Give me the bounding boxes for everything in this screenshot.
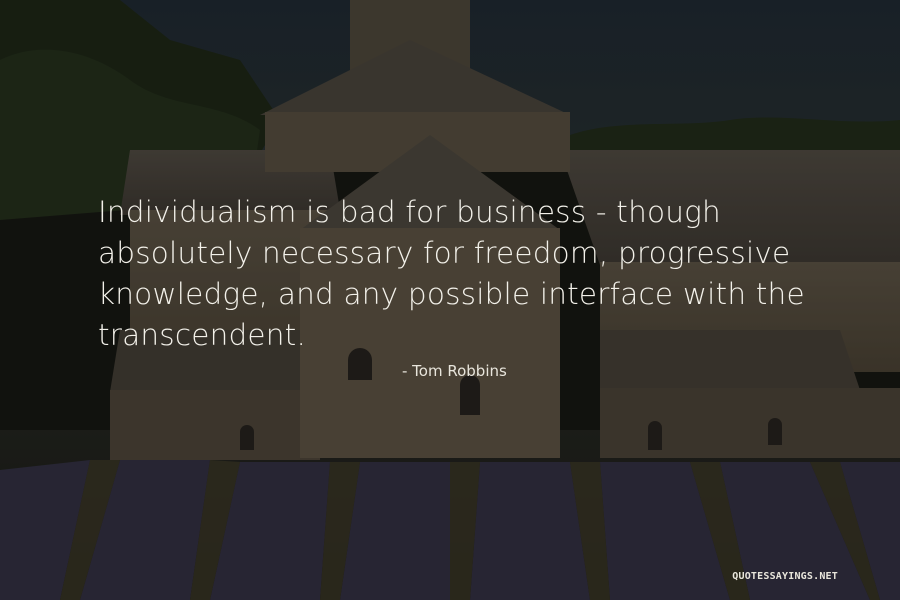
site-watermark: QUOTESSAYINGS.NET: [732, 571, 838, 582]
quote-text: Individualism is bad for business - thou…: [98, 195, 805, 352]
quote-author: - Tom Robbins: [402, 362, 507, 380]
quote-card: Individualism is bad for business - thou…: [0, 0, 900, 600]
